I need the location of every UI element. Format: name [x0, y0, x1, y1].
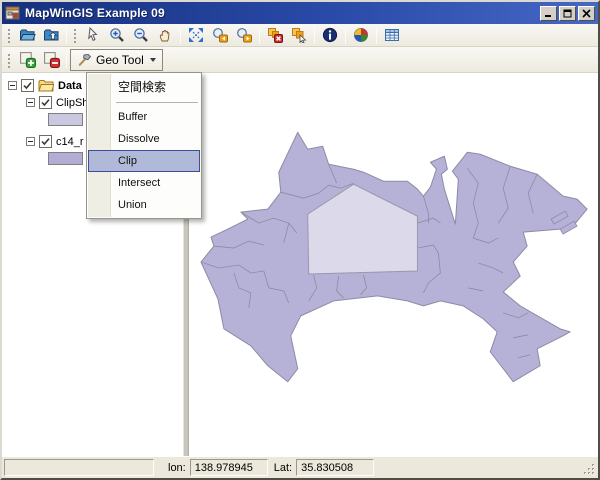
open-layer-button[interactable]	[39, 25, 63, 46]
pointer-icon	[85, 27, 101, 43]
titlebar[interactable]: MapWinGIS Example 09	[2, 2, 598, 24]
identify-icon	[322, 27, 338, 43]
attribute-table-button[interactable]	[380, 25, 404, 46]
maximize-button[interactable]	[559, 6, 576, 21]
close-icon	[582, 9, 591, 18]
minimize-button[interactable]	[540, 6, 557, 21]
zoom-in-icon	[109, 27, 125, 43]
map-canvas[interactable]	[189, 73, 598, 456]
lon-value-field: 138.978945	[190, 459, 268, 476]
menu-item-spatial-search[interactable]: 空間検索	[88, 75, 200, 99]
geo-toolbar: Geo Tool	[2, 47, 598, 73]
maximize-icon	[563, 9, 572, 18]
menu-item-dissolve[interactable]: Dissolve	[88, 128, 200, 150]
identify-button[interactable]	[318, 25, 342, 46]
open-shapefile-button[interactable]	[15, 25, 39, 46]
add-layer-button[interactable]	[15, 49, 39, 70]
zoom-in-button[interactable]	[105, 25, 129, 46]
menu-item-clip[interactable]: Clip	[88, 150, 200, 172]
toolbar-grip[interactable]	[72, 27, 79, 43]
toolbar-grip[interactable]	[6, 52, 13, 68]
toolbar-grip[interactable]	[6, 27, 13, 43]
c14-swatch	[48, 152, 83, 165]
pan-hand-icon	[157, 27, 173, 43]
remove-layer-button[interactable]	[39, 49, 63, 70]
layer-label: c14_r	[56, 136, 84, 148]
toolbar-separator	[345, 27, 346, 44]
toolbar-separator	[314, 27, 315, 44]
geo-tool-dropdown-button[interactable]: Geo Tool	[70, 49, 163, 71]
clear-selection-icon	[267, 27, 283, 43]
remove-layer-icon	[43, 51, 60, 68]
clipshape-swatch	[48, 113, 83, 126]
zoom-previous-icon	[212, 27, 228, 43]
toolbar-separator	[66, 51, 67, 68]
zoom-out-icon	[133, 27, 149, 43]
status-panel	[4, 459, 154, 476]
window-title: MapWinGIS Example 09	[25, 6, 538, 20]
chevron-down-icon	[150, 58, 156, 62]
open-shapefile-icon	[19, 27, 36, 43]
zoom-previous-button[interactable]	[208, 25, 232, 46]
resize-grip[interactable]	[583, 463, 596, 476]
lon-value: 138.978945	[195, 462, 253, 474]
toolbar-separator	[376, 27, 377, 44]
menu-item-union[interactable]: Union	[88, 194, 200, 216]
tree-root-label: Data	[58, 80, 82, 92]
lat-value-field: 35.830508	[296, 459, 374, 476]
zoom-next-button[interactable]	[232, 25, 256, 46]
map-area[interactable]	[189, 73, 598, 456]
zoom-extent-button[interactable]	[184, 25, 208, 46]
c14-checkbox[interactable]	[39, 135, 52, 148]
select-icon	[291, 27, 307, 43]
lat-value: 35.830508	[301, 462, 353, 474]
app-window: MapWinGIS Example 09	[0, 0, 600, 480]
menu-item-intersect[interactable]: Intersect	[88, 172, 200, 194]
zoom-extent-icon	[188, 27, 204, 43]
statusbar: lon: 138.978945 Lat: 35.830508	[2, 456, 598, 478]
collapse-icon[interactable]	[26, 137, 35, 146]
minimize-icon	[544, 9, 553, 17]
symbology-button[interactable]	[349, 25, 373, 46]
lat-label: Lat:	[274, 462, 292, 474]
toolbar-separator	[66, 27, 67, 44]
geo-tool-menu: 空間検索 Buffer Dissolve Clip Intersect Unio…	[86, 72, 202, 219]
pointer-tool-button[interactable]	[81, 25, 105, 46]
collapse-icon[interactable]	[26, 98, 35, 107]
check-icon	[41, 98, 50, 107]
check-icon	[41, 137, 50, 146]
clear-selection-button[interactable]	[263, 25, 287, 46]
open-layer-icon	[43, 27, 60, 43]
attribute-table-icon	[384, 27, 400, 43]
geo-tool-label: Geo Tool	[96, 53, 144, 67]
close-button[interactable]	[578, 6, 595, 21]
clipshape-checkbox[interactable]	[39, 96, 52, 109]
collapse-icon[interactable]	[8, 81, 17, 90]
menu-separator	[116, 102, 198, 103]
select-tool-button[interactable]	[287, 25, 311, 46]
check-icon	[23, 81, 32, 90]
data-checkbox[interactable]	[21, 79, 34, 92]
toolbar-separator	[180, 27, 181, 44]
pan-tool-button[interactable]	[153, 25, 177, 46]
main-toolbar	[2, 24, 598, 47]
zoom-next-icon	[236, 27, 252, 43]
app-icon	[5, 5, 21, 21]
add-layer-icon	[19, 51, 36, 68]
zoom-out-button[interactable]	[129, 25, 153, 46]
symbology-icon	[353, 27, 369, 43]
menu-item-buffer[interactable]: Buffer	[88, 106, 200, 128]
lon-label: lon:	[168, 462, 186, 474]
folder-icon	[38, 79, 54, 92]
toolbar-separator	[259, 27, 260, 44]
hammer-icon	[77, 52, 92, 67]
layer-label: ClipSh	[56, 97, 88, 109]
